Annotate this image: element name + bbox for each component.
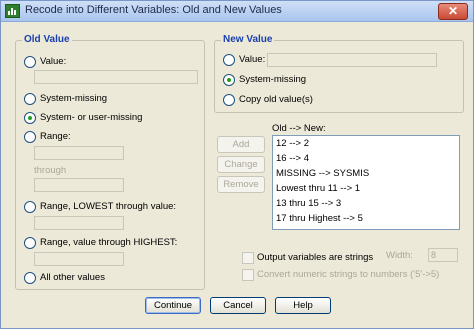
- range-from-input[interactable]: [34, 146, 124, 160]
- new-system-missing-label: System-missing: [239, 74, 307, 85]
- new-value-group-title: New Value: [221, 34, 275, 45]
- old-range-highest-label: Range, value through HIGHEST:: [40, 237, 178, 248]
- continue-button[interactable]: Continue: [145, 297, 201, 314]
- old-range-label: Range:: [40, 131, 71, 142]
- list-item[interactable]: Lowest thru 11 --> 1: [273, 181, 459, 196]
- list-item[interactable]: 12 --> 2: [273, 136, 459, 151]
- radio-circle: [223, 94, 235, 106]
- recode-dialog: Recode into Different Variables: Old and…: [0, 0, 474, 329]
- output-strings-label: Output variables are strings: [257, 252, 374, 263]
- new-copy-old-label: Copy old value(s): [239, 94, 313, 105]
- output-strings-checkbox[interactable]: [242, 252, 254, 264]
- range-to-input[interactable]: [34, 178, 124, 192]
- window-title: Recode into Different Variables: Old and…: [25, 4, 282, 16]
- new-value-label: Value:: [239, 54, 266, 65]
- list-item[interactable]: 16 --> 4: [273, 151, 459, 166]
- old-value-group: Old Value Value: System-missing System- …: [15, 34, 205, 290]
- range-lowest-input[interactable]: [34, 216, 124, 230]
- new-value-group: New Value Value: System-missing Copy old…: [214, 34, 464, 113]
- radio-circle-checked: [24, 112, 36, 124]
- add-button[interactable]: Add: [217, 136, 265, 153]
- convert-numeric-checkbox[interactable]: [242, 269, 254, 281]
- title-bar: Recode into Different Variables: Old and…: [1, 1, 473, 22]
- old-system-or-user-missing-label: System- or user-missing: [40, 112, 143, 123]
- convert-numeric-label: Convert numeric strings to numbers ('5'-…: [257, 269, 440, 280]
- radio-circle: [24, 272, 36, 284]
- mapping-header: Old --> New:: [272, 123, 326, 134]
- cancel-button[interactable]: Cancel: [210, 297, 266, 314]
- old-value-group-title: Old Value: [22, 34, 72, 45]
- old-value-input[interactable]: [34, 70, 198, 84]
- list-item[interactable]: 17 thru Highest --> 5: [273, 211, 459, 226]
- width-value: 8: [431, 250, 437, 260]
- radio-circle: [24, 93, 36, 105]
- radio-circle: [24, 56, 36, 68]
- spss-app-icon: [5, 4, 20, 18]
- change-button[interactable]: Change: [217, 156, 265, 173]
- mapping-list[interactable]: 12 --> 2 16 --> 4 MISSING --> SYSMIS Low…: [272, 135, 460, 230]
- list-item[interactable]: 13 thru 15 --> 3: [273, 196, 459, 211]
- help-button[interactable]: Help: [275, 297, 331, 314]
- list-item[interactable]: MISSING --> SYSMIS: [273, 166, 459, 181]
- new-value-input[interactable]: [267, 53, 437, 67]
- radio-circle: [24, 201, 36, 213]
- radio-circle: [24, 237, 36, 249]
- width-input[interactable]: 8: [428, 248, 458, 262]
- old-value-label: Value:: [40, 56, 67, 67]
- range-highest-input[interactable]: [34, 252, 124, 266]
- radio-circle: [24, 131, 36, 143]
- width-label: Width:: [386, 250, 413, 261]
- old-system-missing-label: System-missing: [40, 93, 108, 104]
- old-range-lowest-label: Range, LOWEST through value:: [40, 201, 177, 212]
- radio-circle-checked: [223, 74, 235, 86]
- remove-button[interactable]: Remove: [217, 176, 265, 193]
- old-all-other-label: All other values: [40, 272, 105, 283]
- through-label: through: [34, 165, 67, 176]
- close-button[interactable]: ✕: [438, 3, 468, 20]
- radio-circle: [223, 54, 235, 66]
